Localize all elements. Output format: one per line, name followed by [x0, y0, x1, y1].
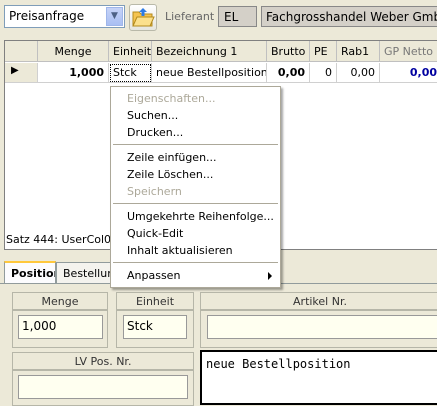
description-memo[interactable]: neue Bestellposition [200, 350, 437, 405]
menu-item-speichern[interactable]: Speichern [111, 183, 280, 200]
col-header-bezeichnung[interactable]: Bezeichnung 1 [152, 41, 267, 62]
tab-position[interactable]: Position [4, 261, 56, 284]
col-header-pe[interactable]: PE [310, 41, 337, 62]
einheit-group-label: Einheit [116, 292, 194, 310]
lvpos-input[interactable] [18, 375, 188, 399]
cell-menge[interactable]: 1,000 [38, 63, 109, 83]
lvpos-group-label: LV Pos. Nr. [12, 352, 194, 370]
artikel-input[interactable] [207, 315, 437, 339]
menu-item-eigenschaften[interactable]: Eigenschaften... [111, 90, 280, 107]
chevron-down-icon[interactable]: ▼ [106, 7, 123, 26]
col-header-einheit[interactable]: Einheit [109, 41, 152, 62]
menu-item-drucken[interactable]: Drucken... [111, 124, 280, 141]
einheit-input[interactable]: Stck [123, 315, 187, 339]
cell-bezeichnung[interactable]: neue Bestellposition [152, 63, 267, 83]
col-header-gp-netto[interactable]: GP Netto [380, 41, 437, 62]
cell-gp-netto[interactable]: 0,00 [380, 63, 437, 83]
current-row-arrow-icon: ▶ [11, 65, 19, 76]
col-header-rab1[interactable]: Rab1 [337, 41, 380, 62]
record-status: Satz 444: UserCol0 [6, 233, 112, 246]
lieferant-label: Lieferant [165, 10, 215, 23]
row-indicator[interactable]: ▶ [5, 63, 38, 83]
menu-item-anpassen[interactable]: Anpassen [111, 267, 280, 284]
context-menu: Eigenschaften... Suchen... Drucken... Ze… [110, 86, 281, 288]
menu-item-zeile-einfuegen[interactable]: Zeile einfügen... [111, 149, 280, 166]
cell-pe[interactable]: 0 [310, 63, 337, 83]
col-header-brutto[interactable]: Brutto [267, 41, 310, 62]
menu-separator [113, 144, 278, 145]
submenu-arrow-icon [268, 272, 272, 280]
lieferant-code-field[interactable]: EL [218, 6, 257, 27]
folder-open-icon [132, 8, 155, 27]
tab-bestellung[interactable]: Bestellun [56, 262, 116, 283]
menu-item-quick-edit[interactable]: Quick-Edit [111, 225, 280, 242]
cell-rab1[interactable]: 0,00 [337, 63, 380, 83]
menge-input[interactable]: 1,000 [18, 315, 103, 339]
menu-separator [113, 262, 278, 263]
cell-brutto[interactable]: 0,00 [267, 63, 310, 83]
document-type-select[interactable]: Preisanfrage ▼ [4, 5, 125, 28]
menge-group-label: Menge [12, 292, 108, 310]
menu-item-inhalt-aktualisieren[interactable]: Inhalt aktualisieren [111, 242, 280, 259]
cell-einheit[interactable]: Stck [109, 63, 152, 83]
menu-item-suchen[interactable]: Suchen... [111, 107, 280, 124]
menu-item-umgekehrte-reihenfolge[interactable]: Umgekehrte Reihenfolge... [111, 208, 280, 225]
menu-item-anpassen-label: Anpassen [127, 269, 181, 282]
row-indicator-header [5, 41, 38, 62]
artikel-group-label: Artikel Nr. [200, 292, 437, 310]
document-type-value: Preisanfrage [9, 9, 85, 23]
menu-separator [113, 203, 278, 204]
lieferant-name-field[interactable]: Fachgrosshandel Weber GmbH [261, 6, 437, 27]
col-header-menge[interactable]: Menge [38, 41, 109, 62]
open-folder-button[interactable] [129, 4, 157, 31]
menu-item-zeile-loeschen[interactable]: Zeile Löschen... [111, 166, 280, 183]
